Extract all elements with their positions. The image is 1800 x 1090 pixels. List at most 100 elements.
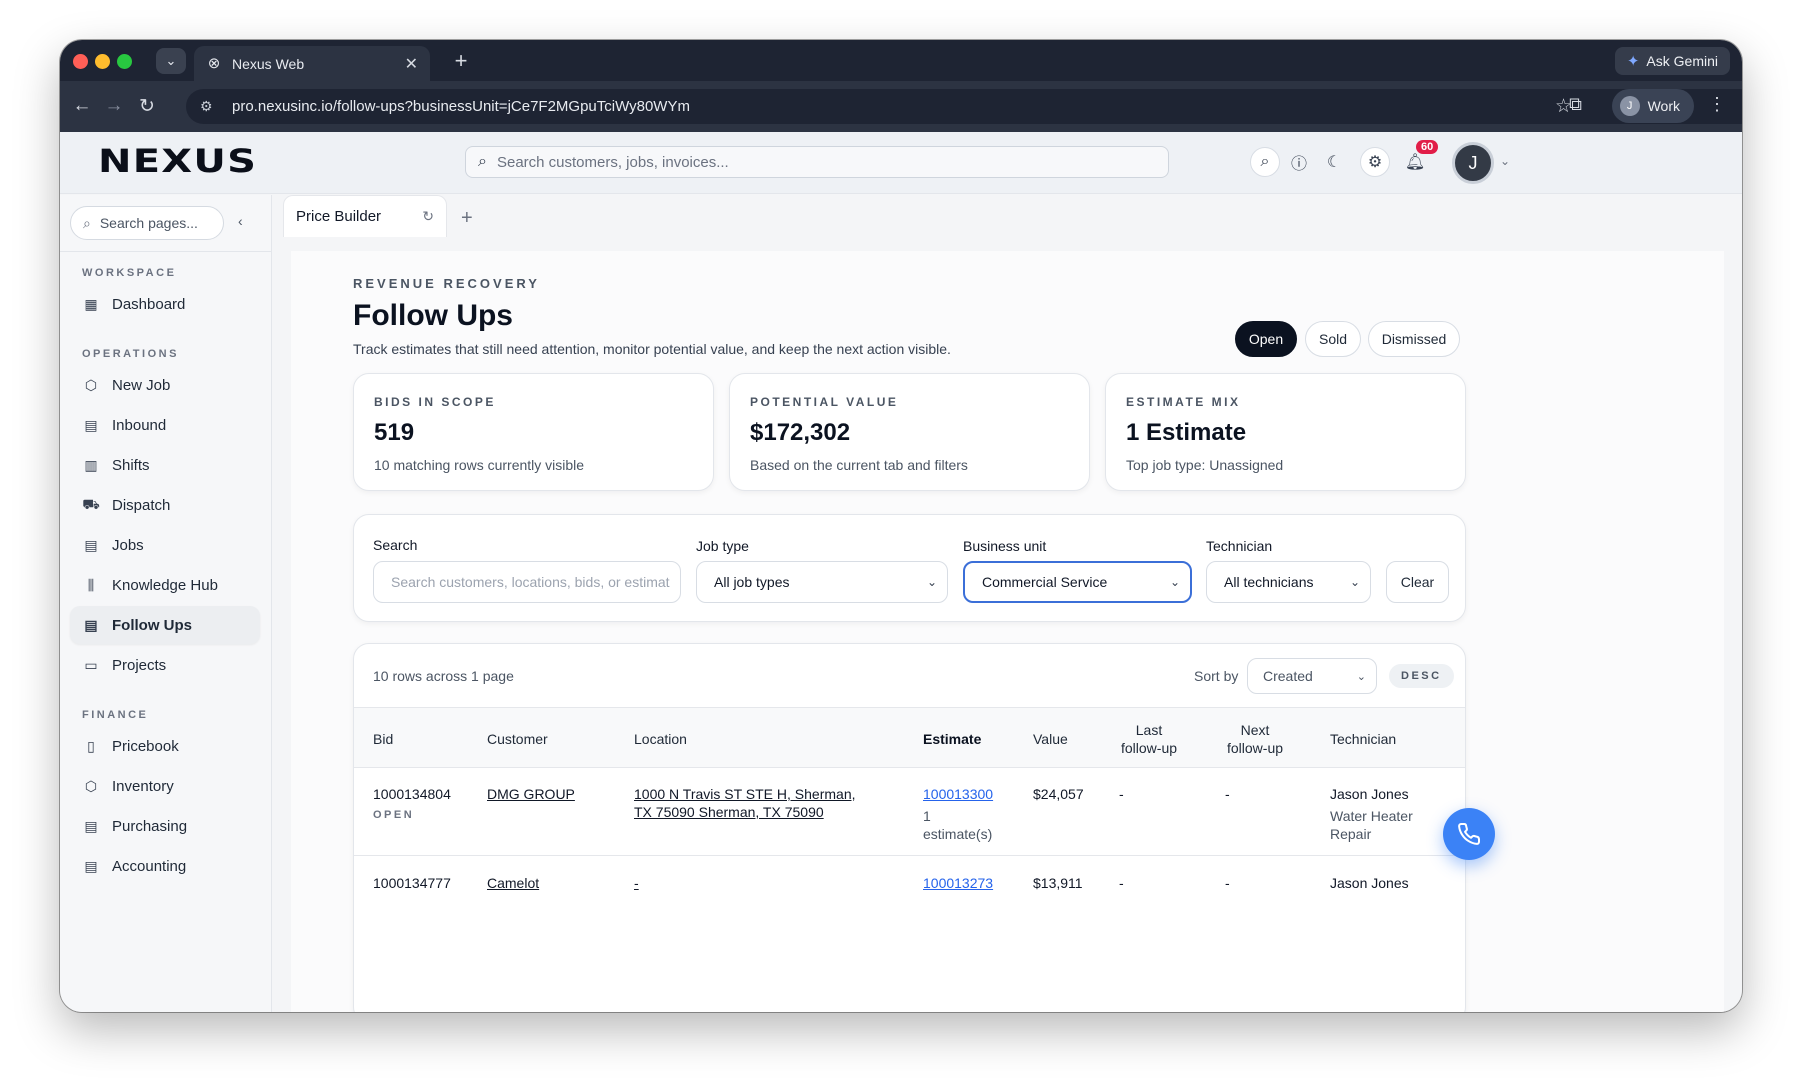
column-header-estimate[interactable]: Estimate: [923, 730, 981, 748]
column-header-technician[interactable]: Technician: [1330, 730, 1396, 748]
last-follow-up: -: [1119, 786, 1124, 802]
location-link[interactable]: 1000 N Travis ST STE H, Sherman, TX 7509…: [634, 785, 874, 821]
reload-icon[interactable]: ↻: [135, 95, 159, 118]
stat-label: POTENTIAL VALUE: [750, 395, 899, 409]
sidebar-item-label: Accounting: [112, 857, 187, 875]
sidebar-item-accounting[interactable]: ▤ Accounting: [70, 847, 260, 885]
collapse-sidebar-icon[interactable]: ‹: [238, 213, 243, 229]
job-type: Water Heater Repair: [1330, 808, 1413, 842]
sidebar-item-inventory[interactable]: ⬡ Inventory: [70, 767, 260, 805]
sidebar-item-new-job[interactable]: ⬡ New Job: [70, 366, 260, 404]
user-avatar[interactable]: J: [1452, 142, 1494, 184]
next-follow-up: -: [1225, 786, 1230, 802]
browser-profile-button[interactable]: J Work: [1611, 89, 1694, 123]
chevron-down-icon[interactable]: ⌄: [1500, 154, 1510, 168]
sidebar-item-dashboard[interactable]: ▦ Dashboard: [70, 285, 260, 323]
page-title: Follow Ups: [353, 299, 513, 332]
call-button[interactable]: [1443, 808, 1495, 860]
dark-mode-toggle[interactable]: ☾: [1319, 147, 1349, 177]
sidebar-item-knowledge-hub[interactable]: ⫼ Knowledge Hub: [70, 566, 260, 604]
add-page-tab-button[interactable]: +: [461, 207, 473, 230]
new-tab-button[interactable]: +: [448, 48, 474, 74]
address-bar[interactable]: ⚙ pro.nexusinc.io/follow-ups?businessUni…: [186, 89, 1742, 124]
status-tab-open[interactable]: Open: [1235, 321, 1297, 357]
help-button[interactable]: ⓘ: [1284, 147, 1314, 177]
last-follow-up: -: [1119, 875, 1124, 891]
next-follow-up: -: [1225, 875, 1230, 891]
book-icon: ▯: [87, 737, 95, 754]
sort-field-select[interactable]: Created ⌄: [1247, 658, 1377, 694]
sidebar-item-follow-ups[interactable]: ▤ Follow Ups: [70, 606, 260, 644]
tab-search-button[interactable]: ⌄: [156, 48, 186, 74]
extensions-puzzle-icon[interactable]: ⧉: [1569, 94, 1582, 115]
page-content: REVENUE RECOVERY Follow Ups Track estima…: [291, 251, 1724, 1012]
page-tab-label: Price Builder: [296, 208, 382, 225]
column-header-last-follow-up[interactable]: Last follow-up: [1118, 721, 1180, 757]
sidebar-item-dispatch[interactable]: ⛟ Dispatch: [70, 486, 260, 524]
search-filter-input[interactable]: Search customers, locations, bids, or es…: [373, 561, 681, 603]
customer-link[interactable]: Camelot: [487, 874, 539, 892]
status-tab-sold[interactable]: Sold: [1305, 321, 1361, 357]
sidebar-item-pricebook[interactable]: ▯ Pricebook: [70, 727, 260, 765]
sort-direction-toggle[interactable]: DESC: [1389, 664, 1454, 688]
sidebar-item-projects[interactable]: ▭ Projects: [70, 646, 260, 684]
browser-tab[interactable]: ⊗ Nexus Web ✕: [194, 46, 430, 81]
stat-value: $172,302: [750, 419, 851, 446]
estimate-link[interactable]: 100013300: [923, 785, 993, 803]
forward-arrow-icon[interactable]: →: [102, 95, 126, 117]
ask-gemini-button[interactable]: ✦ Ask Gemini: [1614, 47, 1730, 75]
nexus-favicon-icon: ⊗: [207, 54, 221, 72]
calendar-icon: ▥: [84, 456, 98, 473]
column-header-location[interactable]: Location: [634, 730, 687, 748]
business-unit-select[interactable]: Commercial Service ⌄: [963, 561, 1192, 603]
refresh-icon[interactable]: ↻: [422, 208, 434, 225]
close-window-button[interactable]: [73, 54, 88, 69]
column-header-value[interactable]: Value: [1033, 730, 1068, 748]
stat-label: ESTIMATE MIX: [1126, 395, 1241, 409]
global-search-placeholder: Search customers, jobs, invoices...: [496, 153, 729, 171]
stat-label: BIDS IN SCOPE: [374, 395, 496, 409]
column-header-next-follow-up[interactable]: Next follow-up: [1223, 721, 1287, 757]
chevron-down-icon: ⌄: [165, 53, 177, 68]
document-icon: ▤: [84, 857, 98, 874]
global-search-input[interactable]: ⌕ Search customers, jobs, invoices...: [465, 146, 1169, 178]
page-tab-price-builder[interactable]: Price Builder ↻: [283, 195, 447, 237]
bell-icon: 🔔︎: [1404, 154, 1426, 171]
page-eyebrow: REVENUE RECOVERY: [353, 276, 540, 291]
sidebar-item-inbound[interactable]: ▤ Inbound: [70, 406, 260, 444]
location-link[interactable]: -: [634, 874, 639, 892]
minimize-window-button[interactable]: [95, 54, 110, 69]
customer-link[interactable]: DMG GROUP: [487, 785, 575, 803]
search-filter-label: Search: [373, 537, 418, 553]
settings-button[interactable]: ⚙: [1360, 147, 1390, 177]
browser-menu-icon[interactable]: ⋮: [1708, 94, 1726, 115]
sidebar-item-jobs[interactable]: ▤ Jobs: [70, 526, 260, 564]
sidebar-section-finance: FINANCE: [82, 709, 149, 721]
page-search-input[interactable]: ⌕ Search pages...: [70, 206, 224, 240]
back-arrow-icon[interactable]: ←: [70, 95, 94, 117]
sidebar-item-label: Dashboard: [112, 295, 186, 313]
job-type-select[interactable]: All job types ⌄: [696, 561, 948, 603]
search-button[interactable]: ⌕: [1250, 147, 1280, 177]
gear-icon: ⚙: [1367, 154, 1383, 171]
app-header: NEXUS ⌕ Search customers, jobs, invoices…: [60, 132, 1742, 194]
sidebar-item-purchasing[interactable]: ▤ Purchasing: [70, 807, 260, 845]
estimate-link[interactable]: 100013273: [923, 874, 993, 892]
job-type-value: All job types: [714, 574, 790, 590]
estimate-count: 1 estimate(s): [923, 808, 993, 842]
sidebar-item-shifts[interactable]: ▥ Shifts: [70, 446, 260, 484]
column-header-customer[interactable]: Customer: [487, 730, 548, 748]
follow-ups-table: 10 rows across 1 page Sort by Created ⌄ D…: [353, 643, 1466, 1012]
column-header-bid[interactable]: Bid: [373, 730, 393, 748]
bid-number: 1000134804: [373, 786, 451, 802]
status-tab-dismissed[interactable]: Dismissed: [1368, 321, 1460, 357]
clear-filters-button[interactable]: Clear: [1386, 561, 1449, 603]
technician-select[interactable]: All technicians ⌄: [1206, 561, 1371, 603]
technician-label: Technician: [1206, 538, 1273, 554]
maximize-window-button[interactable]: [117, 54, 132, 69]
nexus-logo[interactable]: NEXUS: [98, 142, 257, 180]
browser-toolbar: ← → ↻ ⚙ pro.nexusinc.io/follow-ups?busin…: [60, 81, 1742, 132]
close-tab-icon[interactable]: ✕: [405, 54, 418, 74]
site-settings-icon[interactable]: ⚙: [200, 98, 218, 115]
dashboard-icon: ▦: [84, 295, 98, 312]
